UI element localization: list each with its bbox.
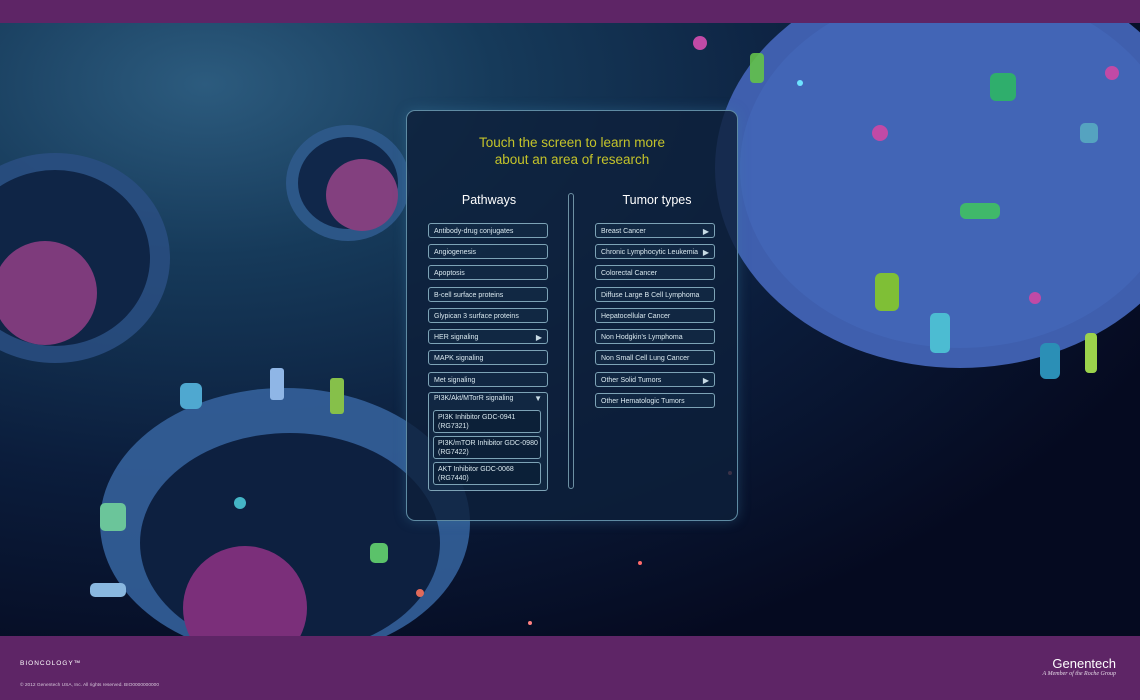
tumor-label: Colorectal Cancer <box>601 270 658 277</box>
tumor-label: Other Hematologic Tumors <box>601 398 685 405</box>
pathways-title: Pathways <box>461 193 517 207</box>
tumor-dlbcl-button[interactable]: Diffuse Large B Cell Lymphoma <box>595 287 715 302</box>
tumor-label: Non Small Cell Lung Cancer <box>601 355 690 362</box>
pathway-pi3k-expanded-group[interactable]: PI3K/Akt/MTorR signaling ▼ PI3K Inhibito… <box>428 392 548 491</box>
expand-arrow-icon: ▶ <box>702 227 709 236</box>
pathway-label: Angiogenesis <box>434 249 477 256</box>
pathway-pi3k-label: PI3K/Akt/MTorR signaling <box>434 395 514 402</box>
tumor-nhl-button[interactable]: Non Hodgkin's Lymphoma <box>595 329 715 344</box>
pathway-apoptosis-button[interactable]: Apoptosis <box>428 265 548 280</box>
headline-line-1: Touch the screen to learn more <box>478 135 666 150</box>
pathway-label: Glypican 3 surface proteins <box>434 313 519 320</box>
pathway-mapk-signaling-button[interactable]: MAPK signaling <box>428 350 548 365</box>
pathway-label: Met signaling <box>434 377 476 384</box>
tumor-label: Diffuse Large B Cell Lymphoma <box>601 292 700 299</box>
pathway-her-signaling-button[interactable]: HER signaling ▶ <box>428 329 548 344</box>
sub-item-line-2: (RG7440) <box>438 475 469 482</box>
tumor-colorectal-cancer-button[interactable]: Colorectal Cancer <box>595 265 715 280</box>
tumor-breast-cancer-button[interactable]: Breast Cancer ▶ <box>595 223 715 238</box>
pathway-label: HER signaling <box>434 334 479 341</box>
tumor-types-title: Tumor types <box>622 193 692 207</box>
biooncology-logo: BIONCOLOGY™ <box>20 660 82 667</box>
expand-arrow-icon: ▶ <box>702 248 709 257</box>
headline-line-2: about an area of research <box>494 152 650 167</box>
pathway-label: Antibody-drug conjugates <box>434 228 514 235</box>
sub-item-line-1: PI3K Inhibitor GDC-0941 <box>438 414 516 421</box>
tumor-label: Other Solid Tumors <box>601 377 662 384</box>
tumor-other-solid-button[interactable]: Other Solid Tumors ▶ <box>595 372 715 387</box>
tumor-label: Chronic Lymphocytic Leukemia <box>601 249 699 256</box>
tumor-other-hematologic-button[interactable]: Other Hematologic Tumors <box>595 393 715 408</box>
pathway-antibody-drug-conjugates-button[interactable]: Antibody-drug conjugates <box>428 223 548 238</box>
tumor-label: Hepatocellular Cancer <box>601 313 671 320</box>
copyright-text: © 2012 Genentech USA, Inc. All rights re… <box>20 683 159 688</box>
column-divider <box>568 193 574 489</box>
headline: Touch the screen to learn more about an … <box>407 134 737 168</box>
sub-item-line-1: AKT Inhibitor GDC-0068 <box>438 466 514 473</box>
research-menu-panel: Touch the screen to learn more about an … <box>406 110 738 521</box>
pathway-met-signaling-button[interactable]: Met signaling <box>428 372 548 387</box>
tumor-hepatocellular-button[interactable]: Hepatocellular Cancer <box>595 308 715 323</box>
pi3k-inhibitor-gdc0941-button[interactable]: PI3K Inhibitor GDC-0941 (RG7321) <box>433 410 541 433</box>
tumor-cll-button[interactable]: Chronic Lymphocytic Leukemia ▶ <box>595 244 715 259</box>
top-bar <box>0 0 1140 23</box>
sub-item-line-2: (RG7321) <box>438 423 469 430</box>
tumor-nsclc-button[interactable]: Non Small Cell Lung Cancer <box>595 350 715 365</box>
tumor-label: Non Hodgkin's Lymphoma <box>601 334 683 341</box>
pathway-b-cell-surface-proteins-button[interactable]: B-cell surface proteins <box>428 287 548 302</box>
akt-inhibitor-gdc0068-button[interactable]: AKT Inhibitor GDC-0068 (RG7440) <box>433 462 541 485</box>
pathway-label: B-cell surface proteins <box>434 292 504 299</box>
expand-arrow-icon: ▶ <box>702 376 709 385</box>
pathway-label: Apoptosis <box>434 270 465 277</box>
roche-tagline: A Member of the Roche Group <box>1042 671 1116 677</box>
expand-arrow-icon: ▶ <box>535 333 542 342</box>
pi3k-mtor-inhibitor-gdc0980-button[interactable]: PI3K/mTOR Inhibitor GDC-0980 (RG7422) <box>433 436 541 459</box>
sub-item-line-2: (RG7422) <box>438 449 469 456</box>
genentech-logo: Genentech <box>1052 656 1116 671</box>
pathway-glypican-3-button[interactable]: Glypican 3 surface proteins <box>428 308 548 323</box>
footer-bar <box>0 636 1140 700</box>
sub-item-line-1: PI3K/mTOR Inhibitor GDC-0980 <box>438 440 538 447</box>
tumor-label: Breast Cancer <box>601 228 646 235</box>
pathway-angiogenesis-button[interactable]: Angiogenesis <box>428 244 548 259</box>
pathway-label: MAPK signaling <box>434 355 484 362</box>
collapse-arrow-icon[interactable]: ▼ <box>534 394 542 403</box>
